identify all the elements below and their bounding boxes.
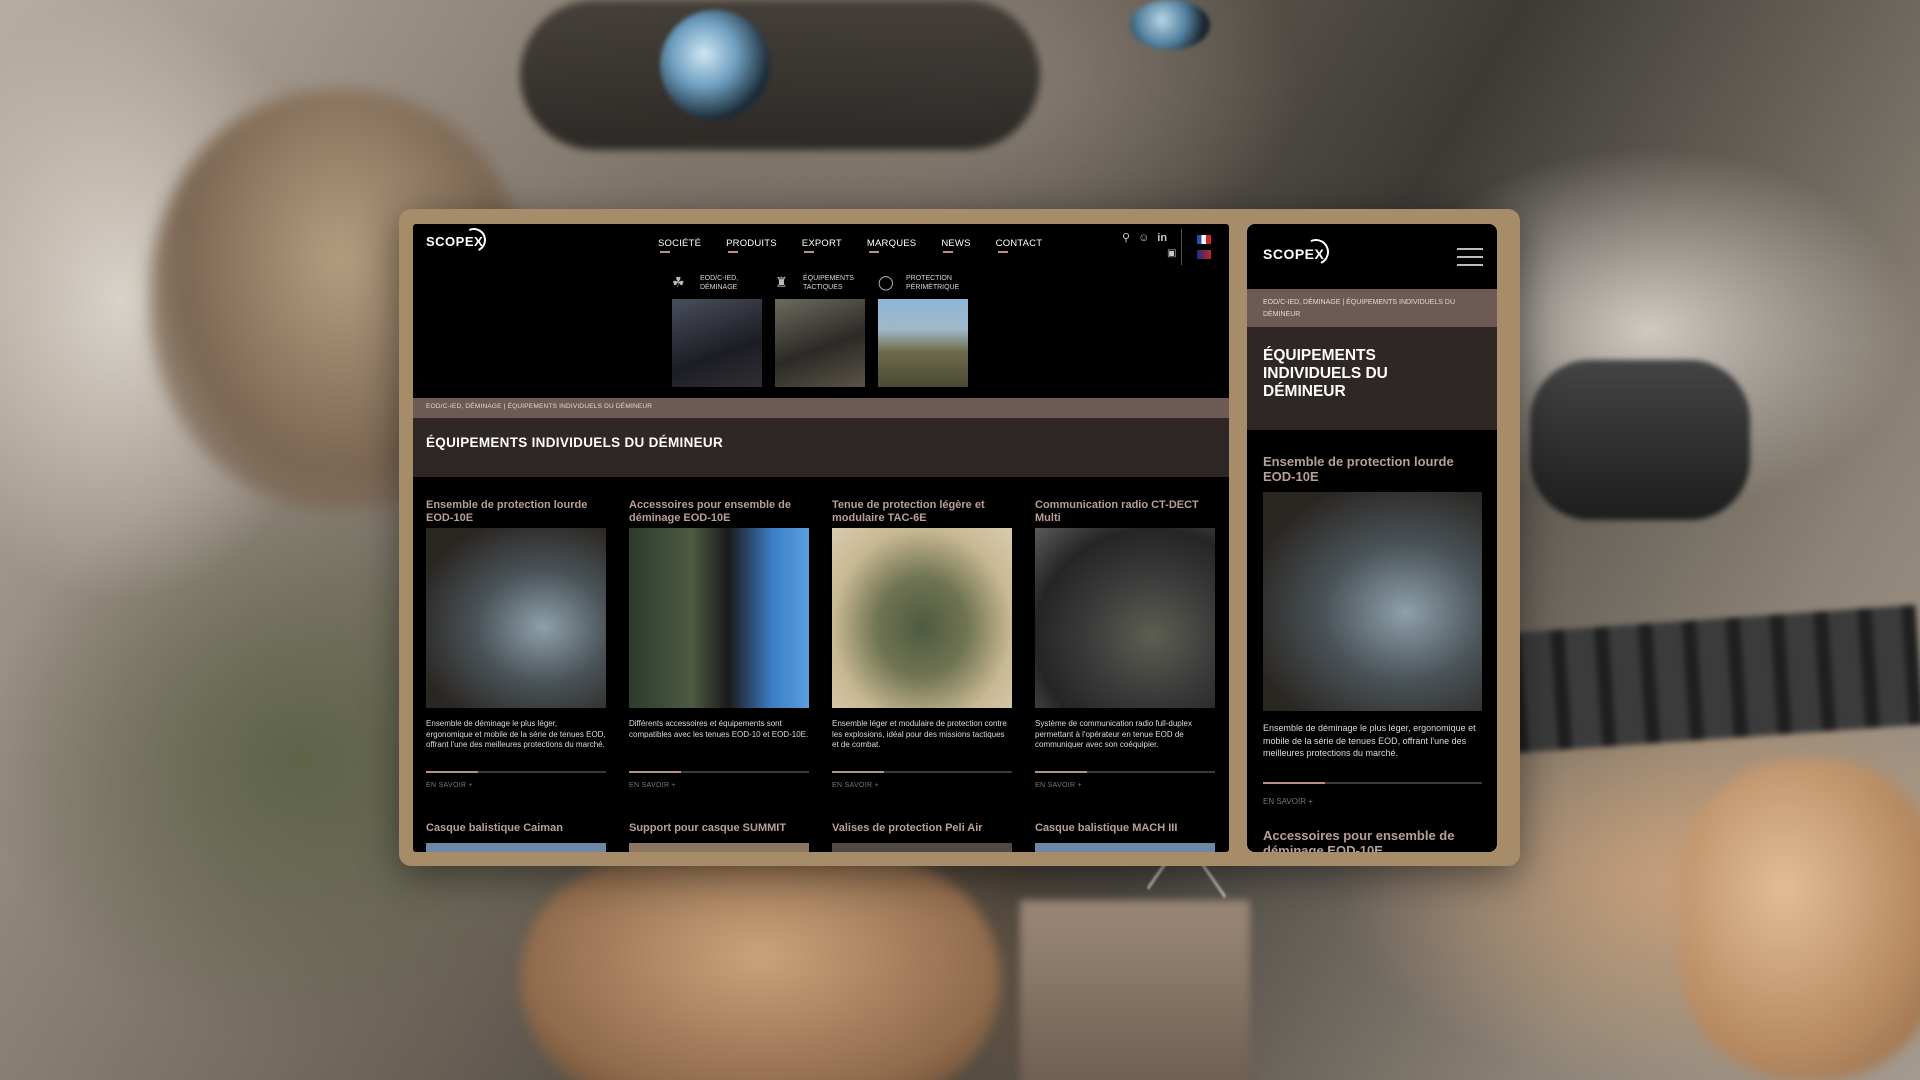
product-divider xyxy=(426,771,606,773)
nav-contact[interactable]: CONTACT xyxy=(996,238,1043,253)
product-card[interactable]: Casque balistique Caiman xyxy=(426,822,606,852)
product-description: Ensemble léger et modulaire de protectio… xyxy=(832,719,1007,749)
bg-lens-2 xyxy=(1130,0,1210,50)
product-image[interactable] xyxy=(832,843,1012,852)
header-divider xyxy=(1181,229,1182,265)
product-image[interactable] xyxy=(1035,843,1215,852)
nav-societe[interactable]: SOCIÉTÉ xyxy=(658,238,701,253)
bg-glove-left xyxy=(520,860,1000,1080)
product-image[interactable] xyxy=(1035,528,1215,708)
mockup-frame: SCOPEX SOCIÉTÉ PRODUITS EXPORT MARQUES N… xyxy=(399,209,1520,866)
shield-icon: ◯ xyxy=(878,274,894,290)
product-title[interactable]: Casque balistique MACH III xyxy=(1035,822,1215,834)
product-description: Différents accessoires et équipements so… xyxy=(629,719,809,739)
nav-produits[interactable]: PRODUITS xyxy=(726,238,777,253)
product-card[interactable]: Tenue de protection légère et modulaire … xyxy=(832,499,1012,789)
mobile-breadcrumb: EOD/C-IED, DÉMINAGE | ÉQUIPEMENTS INDIVI… xyxy=(1247,289,1497,327)
nav-news[interactable]: NEWS xyxy=(941,238,970,253)
read-more-link[interactable]: EN SAVOIR + xyxy=(1035,782,1215,789)
vest-icon: ♜ xyxy=(775,274,788,290)
product-divider xyxy=(629,771,809,773)
mobile-product-description: Ensemble de déminage le plus léger, ergo… xyxy=(1263,723,1476,758)
bg-lens xyxy=(660,10,770,120)
product-card[interactable]: Casque balistique MACH III xyxy=(1035,822,1215,852)
category-tactique-label: ÉQUIPEMENTS TACTIQUES xyxy=(803,275,854,291)
product-card[interactable]: Communication radio CT-DECT Multi Systèm… xyxy=(1035,499,1215,789)
product-card[interactable]: Accessoires pour ensemble de déminage EO… xyxy=(629,499,809,789)
instagram-icon[interactable]: ▣ xyxy=(1167,248,1176,259)
logo-mark-icon xyxy=(458,224,490,256)
site-logo[interactable]: SCOPEX xyxy=(426,224,490,256)
category-perimetre-thumb[interactable] xyxy=(878,299,968,387)
bg-rifle-scope xyxy=(1530,360,1750,520)
product-image[interactable] xyxy=(426,843,606,852)
logo-mark-icon xyxy=(1299,235,1333,269)
mobile-read-more-link[interactable]: EN SAVOIR + xyxy=(1263,797,1313,806)
product-title[interactable]: Accessoires pour ensemble de déminage EO… xyxy=(629,499,809,527)
product-image[interactable] xyxy=(629,843,809,852)
mobile-title-bar: ÉQUIPEMENTS INDIVIDUELS DU DÉMINEUR xyxy=(1247,327,1497,430)
bg-rifle-rail xyxy=(1476,604,1920,756)
read-more-link[interactable]: EN SAVOIR + xyxy=(426,782,606,789)
product-title[interactable]: Tenue de protection légère et modulaire … xyxy=(832,499,1012,527)
hamburger-menu-icon[interactable] xyxy=(1457,248,1483,272)
category-eod-label: EOD/C-IED, DÉMINAGE xyxy=(700,275,739,291)
product-divider xyxy=(1035,771,1215,773)
category-tactique-thumb[interactable] xyxy=(775,299,865,387)
header-icons: ⚲ ☺ in xyxy=(1122,231,1167,245)
read-more-link[interactable]: EN SAVOIR + xyxy=(832,782,1012,789)
page-title: ÉQUIPEMENTS INDIVIDUELS DU DÉMINEUR xyxy=(426,435,724,450)
product-title[interactable]: Communication radio CT-DECT Multi xyxy=(1035,499,1215,527)
search-icon[interactable]: ⚲ xyxy=(1122,231,1130,244)
mobile-screen: SCOPEX EOD/C-IED, DÉMINAGE | ÉQUIPEMENTS… xyxy=(1247,224,1497,852)
product-image[interactable] xyxy=(832,528,1012,708)
product-description: Système de communication radio full-dupl… xyxy=(1035,719,1192,749)
breadcrumb-text[interactable]: EOD/C-IED, DÉMINAGE | ÉQUIPEMENTS INDIVI… xyxy=(426,403,652,410)
nav-export[interactable]: EXPORT xyxy=(802,238,842,253)
mobile-product-divider xyxy=(1263,782,1482,784)
mobile-logo[interactable]: SCOPEX xyxy=(1263,235,1333,269)
desktop-screen: SCOPEX SOCIÉTÉ PRODUITS EXPORT MARQUES N… xyxy=(413,224,1229,852)
title-bar: ÉQUIPEMENTS INDIVIDUELS DU DÉMINEUR xyxy=(413,418,1229,477)
nav-marques[interactable]: MARQUES xyxy=(867,238,916,253)
category-eod-thumb[interactable] xyxy=(672,299,762,387)
bg-magazine xyxy=(1020,900,1250,1080)
product-divider xyxy=(832,771,1012,773)
mobile-breadcrumb-text[interactable]: EOD/C-IED, DÉMINAGE | ÉQUIPEMENTS INDIVI… xyxy=(1263,297,1483,321)
linkedin-icon[interactable]: in xyxy=(1157,232,1167,244)
product-card[interactable]: Valises de protection Peli Air xyxy=(832,822,1012,852)
product-title[interactable]: Valises de protection Peli Air xyxy=(832,822,1012,834)
bomb-suit-icon: ☘ xyxy=(672,274,685,290)
fr-flag-icon[interactable] xyxy=(1197,235,1211,244)
product-description: Ensemble de déminage le plus léger, ergo… xyxy=(426,719,606,749)
product-card[interactable]: Support pour casque SUMMIT xyxy=(629,822,809,852)
product-image[interactable] xyxy=(629,528,809,708)
mobile-page-title: ÉQUIPEMENTS INDIVIDUELS DU DÉMINEUR xyxy=(1263,347,1388,400)
product-image[interactable] xyxy=(426,528,606,708)
bg-glove-right xyxy=(1680,760,1920,1080)
breadcrumb: EOD/C-IED, DÉMINAGE | ÉQUIPEMENTS INDIVI… xyxy=(413,398,1229,418)
product-title[interactable]: Support pour casque SUMMIT xyxy=(629,822,809,834)
mobile-product-image[interactable] xyxy=(1263,492,1482,711)
bg-night-vision xyxy=(520,0,1040,150)
main-nav: SOCIÉTÉ PRODUITS EXPORT MARQUES NEWS CON… xyxy=(658,238,1067,253)
product-title[interactable]: Ensemble de protection lourde EOD-10E xyxy=(426,499,606,527)
mobile-product-title[interactable]: Ensemble de protection lourde EOD-10E xyxy=(1263,454,1483,484)
uk-flag-icon[interactable] xyxy=(1197,250,1211,259)
category-perimetre-label: PROTECTION PÉRIMÉTRIQUE xyxy=(906,275,960,291)
product-title[interactable]: Casque balistique Caiman xyxy=(426,822,606,834)
read-more-link[interactable]: EN SAVOIR + xyxy=(629,782,809,789)
mobile-next-product-title[interactable]: Accessoires pour ensemble de déminage EO… xyxy=(1263,828,1493,852)
product-card[interactable]: Ensemble de protection lourde EOD-10E En… xyxy=(426,499,606,789)
user-icon[interactable]: ☺ xyxy=(1138,232,1149,244)
